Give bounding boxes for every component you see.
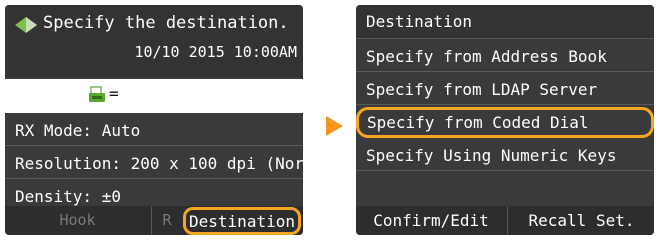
fax-field-value: =: [109, 84, 119, 103]
destination-menu: Destination Specify from Address Book Sp…: [356, 5, 654, 235]
confirm-edit-button[interactable]: Confirm/Edit: [356, 206, 506, 235]
recall-settings-button[interactable]: Recall Set.: [507, 206, 654, 235]
bottom-bar: Hook R Destination: [5, 206, 303, 235]
menu-item-address-book[interactable]: Specify from Address Book: [356, 41, 654, 72]
fax-icon: [89, 86, 105, 102]
rx-mode-setting[interactable]: RX Mode: Auto: [5, 115, 303, 146]
bottom-bar: Confirm/Edit Recall Set.: [356, 206, 654, 235]
resolution-setting[interactable]: Resolution: 200 x 100 dpi (Nor: [5, 148, 303, 179]
header: Specify the destination. 10/10 2015 10:0…: [5, 5, 303, 77]
arrow-right-icon: [326, 116, 343, 136]
menu-item-coded-dial[interactable]: Specify from Coded Dial: [356, 107, 654, 138]
r-button[interactable]: R: [151, 206, 182, 235]
menu-item-numeric-keys[interactable]: Specify Using Numeric Keys: [356, 140, 654, 171]
datetime: 10/10 2015 10:00AM: [134, 43, 297, 61]
destination-icon: [15, 17, 37, 33]
destination-button[interactable]: Destination: [183, 207, 301, 235]
destination-field[interactable]: =: [5, 79, 303, 113]
page-title: Specify the destination.: [43, 13, 289, 33]
fax-main-screen: Specify the destination. 10/10 2015 10:0…: [5, 5, 303, 235]
menu-empty-row: [356, 173, 654, 204]
menu-title: Destination: [356, 5, 654, 39]
hook-button[interactable]: Hook: [5, 206, 150, 235]
menu-item-ldap-server[interactable]: Specify from LDAP Server: [356, 74, 654, 105]
